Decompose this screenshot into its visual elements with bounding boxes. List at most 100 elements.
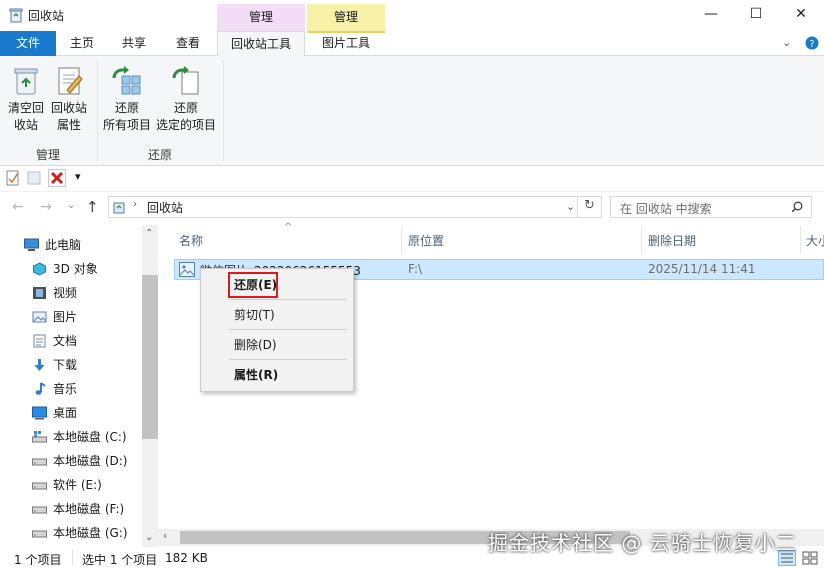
recycle-bin-icon xyxy=(9,8,23,23)
forward-arrow-icon[interactable]: → xyxy=(40,199,52,215)
minimize-button[interactable]: — xyxy=(688,0,734,31)
tab-picture-tools[interactable]: 图片工具 xyxy=(307,31,385,56)
restore-selected-label-1: 还原 xyxy=(173,101,198,115)
menu-item-delete[interactable]: 删除(D) xyxy=(201,333,353,357)
column-divider[interactable] xyxy=(641,226,642,254)
tab-recycle-bin-tools[interactable]: 回收站工具 xyxy=(217,31,305,57)
empty-recycle-bin-icon xyxy=(14,68,38,95)
tab-view[interactable]: 查看 xyxy=(160,31,216,56)
close-button[interactable]: ✕ xyxy=(778,0,824,31)
nav-item-pictures[interactable]: 图片 xyxy=(0,305,142,329)
status-selected-size: 182 KB xyxy=(165,551,208,565)
tab-home[interactable]: 主页 xyxy=(56,31,108,56)
nav-item-drive-d[interactable]: 本地磁盘 (D:) xyxy=(0,449,142,473)
nav-item-desktop[interactable]: 桌面 xyxy=(0,401,142,425)
column-divider[interactable] xyxy=(401,226,402,254)
maximize-button[interactable]: ☐ xyxy=(733,0,779,31)
column-header-name[interactable]: 名称 xyxy=(179,232,203,249)
nav-item-documents[interactable]: 文档 xyxy=(0,329,142,353)
recycle-bin-properties-button[interactable]: 回收站 属性 xyxy=(48,62,90,136)
restore-selected-icon xyxy=(172,66,199,95)
scroll-down-arrow-icon[interactable]: ⌄ xyxy=(145,532,153,543)
file-original-location: F:\ xyxy=(408,262,423,276)
download-icon xyxy=(34,359,45,371)
drive-icon xyxy=(32,482,47,490)
nav-item-label: 本地磁盘 (G:) xyxy=(53,526,128,540)
nav-item-music[interactable]: 音乐 xyxy=(0,377,142,401)
nav-item-label: 下载 xyxy=(53,358,78,372)
documents-icon xyxy=(33,334,46,348)
recycle-bin-icon xyxy=(113,202,125,214)
breadcrumb-separator-icon: › xyxy=(133,199,137,210)
nav-item-3d-objects[interactable]: 3D 对象 xyxy=(0,257,142,281)
recycle-bin-properties-label-1: 回收站 xyxy=(50,101,87,115)
up-arrow-icon[interactable]: ↑ xyxy=(86,198,99,216)
menu-item-label: 剪切(T) xyxy=(234,308,275,322)
help-icon[interactable]: ? xyxy=(805,36,819,50)
svg-text:?: ? xyxy=(809,39,814,50)
recent-locations-chevron-icon[interactable]: ⌄ xyxy=(67,200,75,211)
scroll-left-arrow-icon[interactable]: ‹ xyxy=(163,529,167,542)
refresh-icon: ↻ xyxy=(584,198,595,213)
nav-item-label: 本地磁盘 (F:) xyxy=(53,502,125,516)
drive-icon xyxy=(32,506,47,514)
nav-item-drive-g[interactable]: 本地磁盘 (G:) xyxy=(0,521,142,545)
restore-all-icon xyxy=(112,66,141,95)
menu-separator xyxy=(229,299,347,300)
contextual-tab-header-manage-picture: 管理 xyxy=(307,4,385,31)
empty-recycle-bin-label-2: 收站 xyxy=(13,118,38,132)
nav-item-label: 文档 xyxy=(53,334,78,348)
nav-item-drive-c[interactable]: 本地磁盘 (C:) xyxy=(0,425,142,449)
menu-item-label: 属性(R) xyxy=(234,368,279,382)
nav-scrollbar-thumb[interactable] xyxy=(142,275,158,439)
window-title: 回收站 xyxy=(28,9,65,23)
video-icon xyxy=(33,287,46,299)
menu-item-properties[interactable]: 属性(R) xyxy=(201,363,353,387)
nav-item-label: 桌面 xyxy=(53,406,78,420)
menu-separator xyxy=(229,329,347,330)
column-header-original-location[interactable]: 原位置 xyxy=(408,232,444,249)
nav-item-this-pc[interactable]: 此电脑 xyxy=(0,233,142,257)
nav-item-label: 此电脑 xyxy=(45,238,82,252)
column-header-size[interactable]: 大小 xyxy=(806,232,824,249)
annotation-highlight-box xyxy=(228,272,278,298)
back-arrow-icon[interactable]: ← xyxy=(12,199,24,215)
restore-selected-items-button[interactable]: 还原 选定的项目 xyxy=(154,62,218,136)
tab-share[interactable]: 共享 xyxy=(108,31,160,56)
empty-recycle-bin-button[interactable]: 清空回 收站 xyxy=(4,62,48,136)
pictures-icon xyxy=(32,311,47,323)
column-header-date-deleted[interactable]: 删除日期 xyxy=(648,232,696,249)
nav-item-downloads[interactable]: 下载 xyxy=(0,353,142,377)
nav-item-drive-e[interactable]: 软件 (E:) xyxy=(0,473,142,497)
properties-icon xyxy=(58,67,83,95)
chevron-down-icon[interactable]: ⌄ xyxy=(782,36,791,49)
breadcrumb[interactable]: 回收站 xyxy=(147,199,183,216)
tab-file[interactable]: 文件 xyxy=(0,31,56,56)
new-folder-icon[interactable] xyxy=(27,171,41,185)
menu-item-cut[interactable]: 剪切(T) xyxy=(201,303,353,327)
restore-all-items-button[interactable]: 还原 所有项目 xyxy=(100,62,154,136)
watermark: 掘金技术社区 @ 云骑士恢复小二 xyxy=(488,531,797,555)
nav-item-label: 视频 xyxy=(53,286,78,300)
computer-icon xyxy=(24,238,39,251)
nav-item-drive-f[interactable]: 本地磁盘 (F:) xyxy=(0,497,142,521)
nav-item-label: 3D 对象 xyxy=(53,262,98,276)
restore-all-label-1: 还原 xyxy=(114,101,139,115)
column-divider[interactable] xyxy=(800,226,801,254)
address-dropdown-chevron-icon[interactable]: ⌄ xyxy=(566,200,575,213)
menu-separator xyxy=(229,359,347,360)
nav-item-label: 本地磁盘 (D:) xyxy=(53,454,128,468)
nav-item-label: 本地磁盘 (C:) xyxy=(53,430,127,444)
search-icon[interactable] xyxy=(791,201,803,213)
properties-icon[interactable] xyxy=(6,170,20,186)
group-restore-label: 还原 xyxy=(147,148,172,162)
contextual-tab-header-manage-recycle: 管理 xyxy=(217,4,305,31)
qat-customize-dropdown[interactable]: ▾ xyxy=(75,170,81,183)
nav-item-videos[interactable]: 视频 xyxy=(0,281,142,305)
large-icons-view-icon[interactable] xyxy=(801,550,819,566)
delete-icon[interactable] xyxy=(48,169,66,187)
drive-c-icon xyxy=(32,431,47,443)
empty-recycle-bin-label-1: 清空回 xyxy=(7,101,44,115)
nav-item-label: 音乐 xyxy=(53,382,78,396)
scroll-up-arrow-icon[interactable]: ⌃ xyxy=(145,228,153,239)
